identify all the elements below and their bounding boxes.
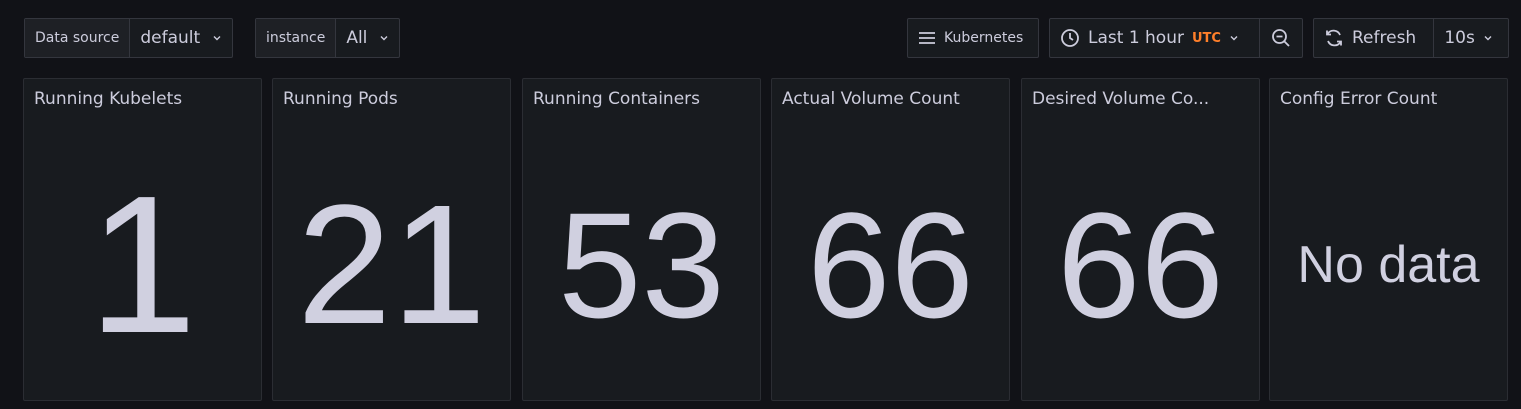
time-range-label: Last 1 hour (1088, 28, 1184, 48)
panel-actual-volume-count[interactable]: Actual Volume Count 66 (771, 78, 1010, 401)
chevron-down-icon (1484, 36, 1492, 41)
datasource-value: default (140, 28, 201, 48)
kubernetes-dashboard-link[interactable]: Kubernetes (907, 18, 1039, 58)
panel-title: Running Containers (533, 89, 700, 109)
panel-title: Actual Volume Count (782, 89, 960, 109)
instance-label: instance (256, 19, 337, 57)
instance-select[interactable]: All (336, 19, 399, 57)
timezone-badge: UTC (1191, 30, 1221, 46)
refresh-icon (1326, 29, 1342, 47)
refresh-label: Refresh (1352, 28, 1417, 48)
stat-value: 53 (558, 180, 725, 349)
stat-panel-grid: Running Kubelets 1 Running Pods 21 Runni… (23, 78, 1508, 401)
panel-running-containers[interactable]: Running Containers 53 (522, 78, 761, 401)
refresh-button[interactable]: Refresh (1314, 19, 1433, 57)
refresh-picker: Refresh 10s (1313, 18, 1509, 58)
panel-title: Config Error Count (1280, 89, 1438, 109)
instance-value: All (346, 28, 368, 48)
time-picker: Last 1 hour UTC (1049, 18, 1303, 58)
datasource-select[interactable]: default (130, 19, 232, 57)
time-range-button[interactable]: Last 1 hour UTC (1050, 19, 1259, 57)
stat-value: 66 (807, 180, 974, 349)
datasource-label: Data source (25, 19, 131, 57)
panel-running-kubelets[interactable]: Running Kubelets 1 (23, 78, 262, 401)
chevron-down-icon (380, 36, 388, 41)
chevron-down-icon (1230, 36, 1238, 41)
stat-value: 66 (1057, 180, 1224, 349)
panel-config-error-count[interactable]: Config Error Count No data (1269, 78, 1508, 401)
instance-variable: instance All (255, 18, 401, 58)
dashboard-toolbar: Data source default instance All Kuberne… (24, 18, 1509, 58)
kubernetes-link-label: Kubernetes (944, 30, 1024, 46)
refresh-interval-value: 10s (1444, 28, 1475, 48)
panel-title: Running Pods (283, 89, 398, 109)
chevron-down-icon (213, 36, 221, 41)
clock-icon (1061, 29, 1079, 47)
panel-desired-volume-count[interactable]: Desired Volume Co... 66 (1021, 78, 1260, 401)
stat-no-data: No data (1297, 235, 1480, 294)
hamburger-menu-icon (919, 32, 935, 44)
panel-running-pods[interactable]: Running Pods 21 (272, 78, 511, 401)
panel-title: Desired Volume Co... (1032, 89, 1210, 109)
refresh-interval-select[interactable]: 10s (1433, 19, 1508, 57)
stat-value: 1 (87, 154, 197, 374)
datasource-variable: Data source default (24, 18, 234, 58)
stat-value: 21 (296, 169, 487, 360)
zoom-out-button[interactable] (1259, 19, 1302, 57)
zoom-out-icon (1272, 29, 1290, 47)
panel-title: Running Kubelets (34, 89, 183, 109)
